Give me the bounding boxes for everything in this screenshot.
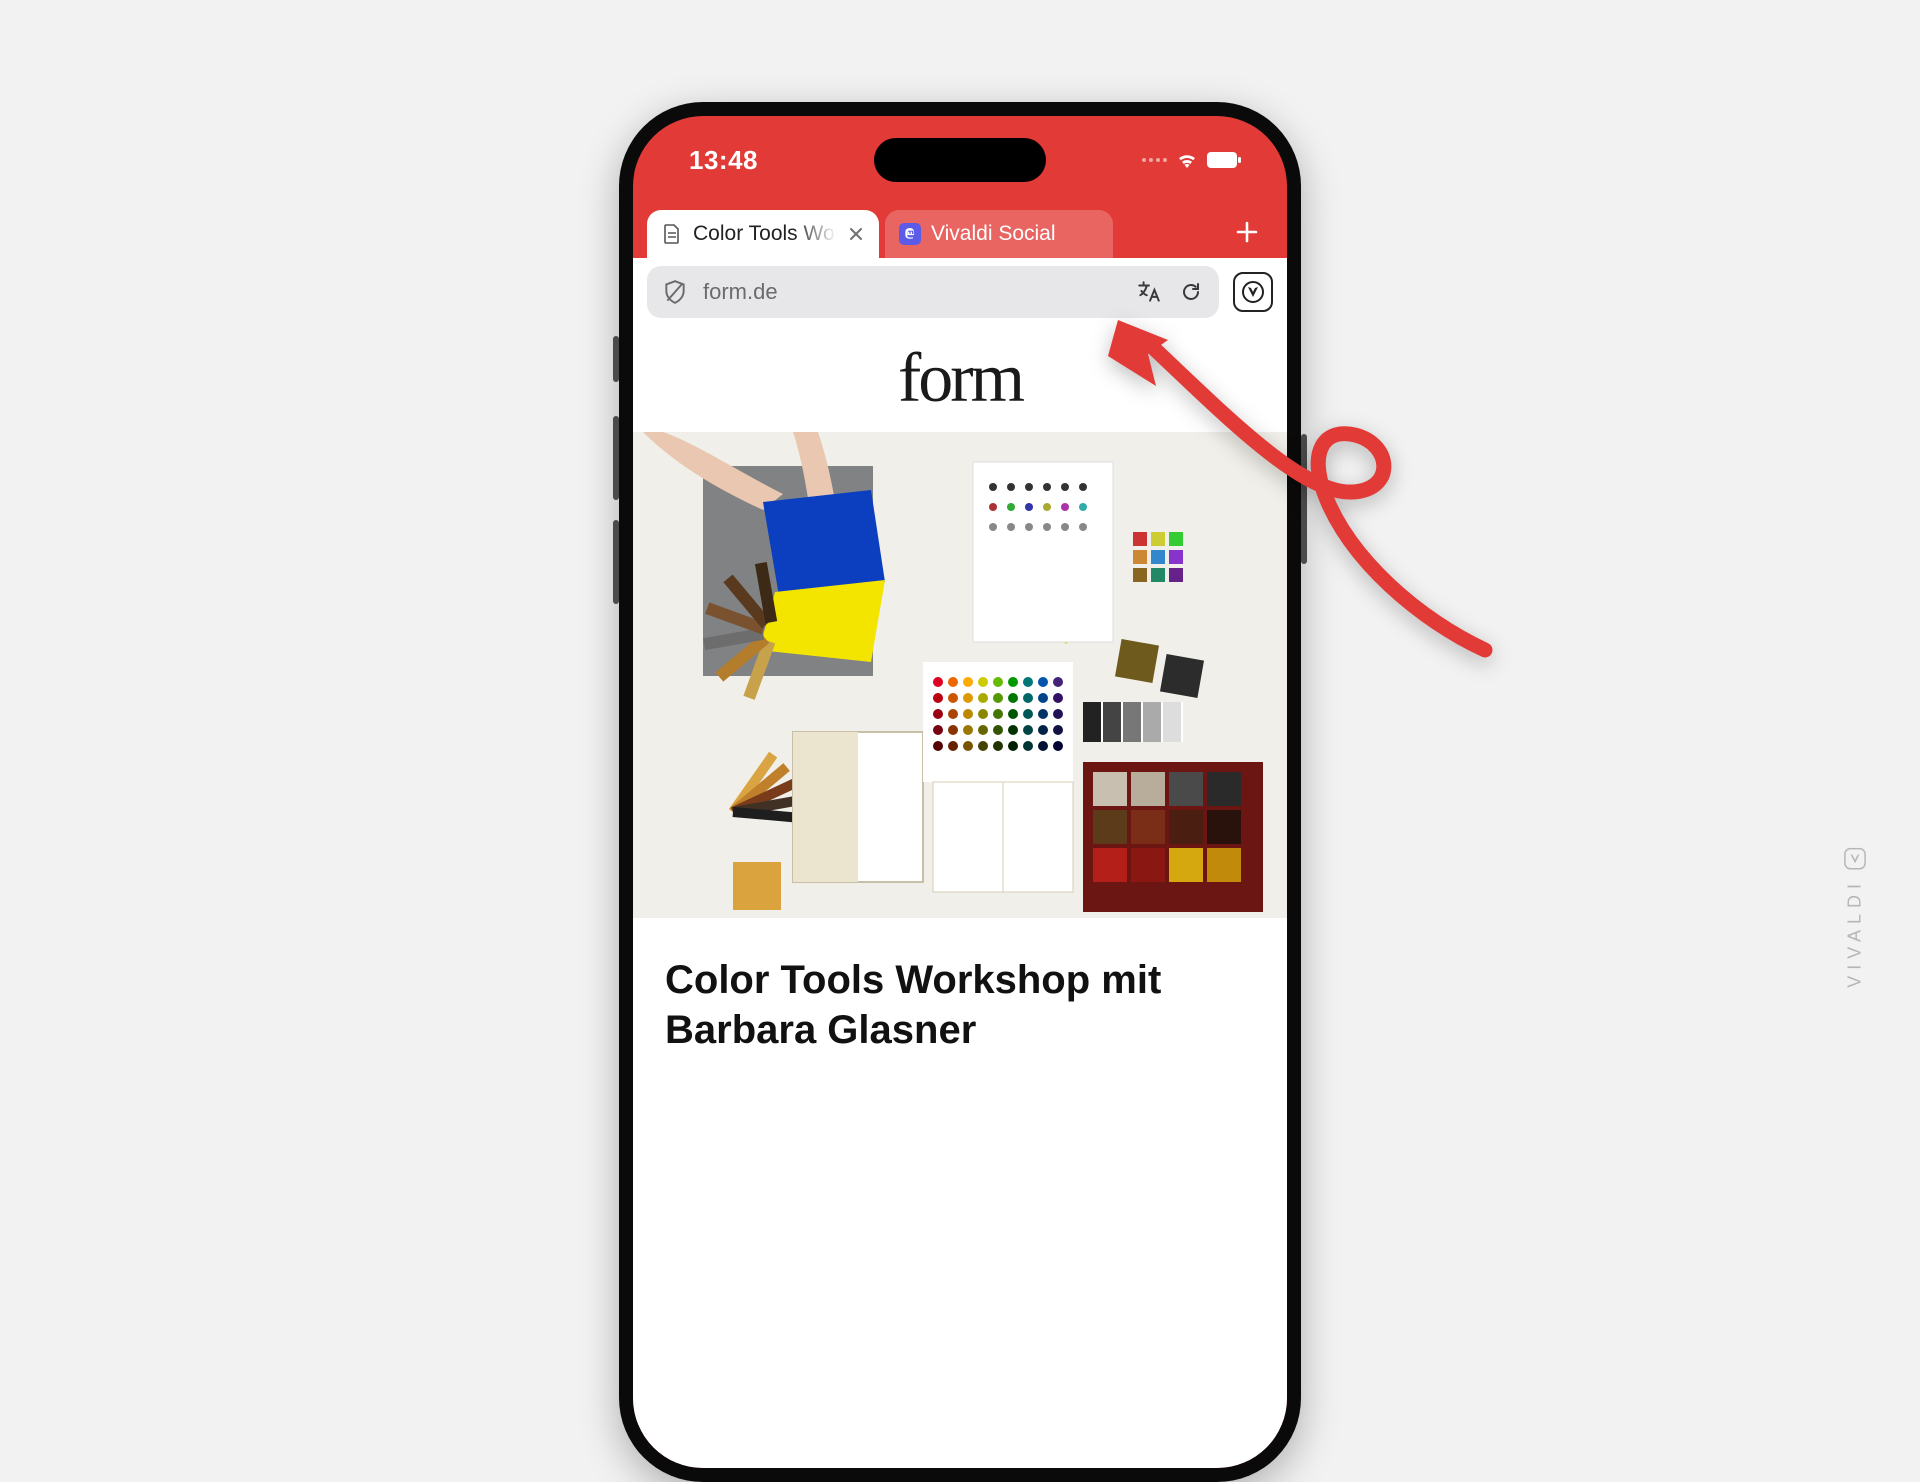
tab-active[interactable]: Color Tools Workshop mit Barbara Glasner bbox=[647, 210, 879, 258]
phone-side-button bbox=[613, 520, 619, 604]
cellular-icon bbox=[1142, 158, 1167, 162]
brand-name: VIVALDI bbox=[1845, 878, 1866, 988]
url-text: form.de bbox=[703, 279, 1121, 305]
status-time: 13:48 bbox=[689, 145, 758, 176]
address-row: form.de bbox=[633, 258, 1287, 326]
tab-title: Color Tools Workshop mit Barbara Glasner bbox=[693, 222, 837, 246]
hero-image bbox=[633, 432, 1287, 918]
vivaldi-logo-icon bbox=[1844, 848, 1866, 870]
status-indicators bbox=[1142, 148, 1241, 172]
site-header: form bbox=[633, 326, 1287, 432]
wifi-icon bbox=[1175, 148, 1199, 172]
page-icon bbox=[661, 223, 683, 245]
brand-watermark: VIVALDI bbox=[1844, 848, 1866, 988]
mastodon-icon bbox=[899, 223, 921, 245]
tracker-shield-icon[interactable] bbox=[661, 278, 689, 306]
article-title: Color Tools Workshop mit Barbara Glasner bbox=[633, 918, 1287, 1079]
web-page[interactable]: form bbox=[633, 326, 1287, 1468]
phone-screen: 13:48 Color Tools Worksho bbox=[633, 116, 1287, 1468]
address-bar[interactable]: form.de bbox=[647, 266, 1219, 318]
dynamic-island bbox=[874, 138, 1046, 182]
tab-title: Vivaldi Social bbox=[931, 222, 1099, 246]
phone-side-button bbox=[613, 416, 619, 500]
battery-icon bbox=[1207, 152, 1241, 168]
site-logo[interactable]: form bbox=[898, 339, 1022, 419]
phone-frame: 13:48 Color Tools Worksho bbox=[619, 102, 1301, 1482]
close-tab-button[interactable] bbox=[847, 225, 865, 243]
tab-strip: Color Tools Workshop mit Barbara Glasner… bbox=[633, 204, 1287, 258]
new-tab-button[interactable] bbox=[1229, 214, 1265, 250]
phone-side-button bbox=[613, 336, 619, 382]
phone-side-button bbox=[1301, 434, 1307, 564]
translate-icon[interactable] bbox=[1135, 278, 1163, 306]
vivaldi-menu-button[interactable] bbox=[1233, 272, 1273, 312]
tab-inactive[interactable]: Vivaldi Social bbox=[885, 210, 1113, 258]
reload-icon[interactable] bbox=[1177, 278, 1205, 306]
